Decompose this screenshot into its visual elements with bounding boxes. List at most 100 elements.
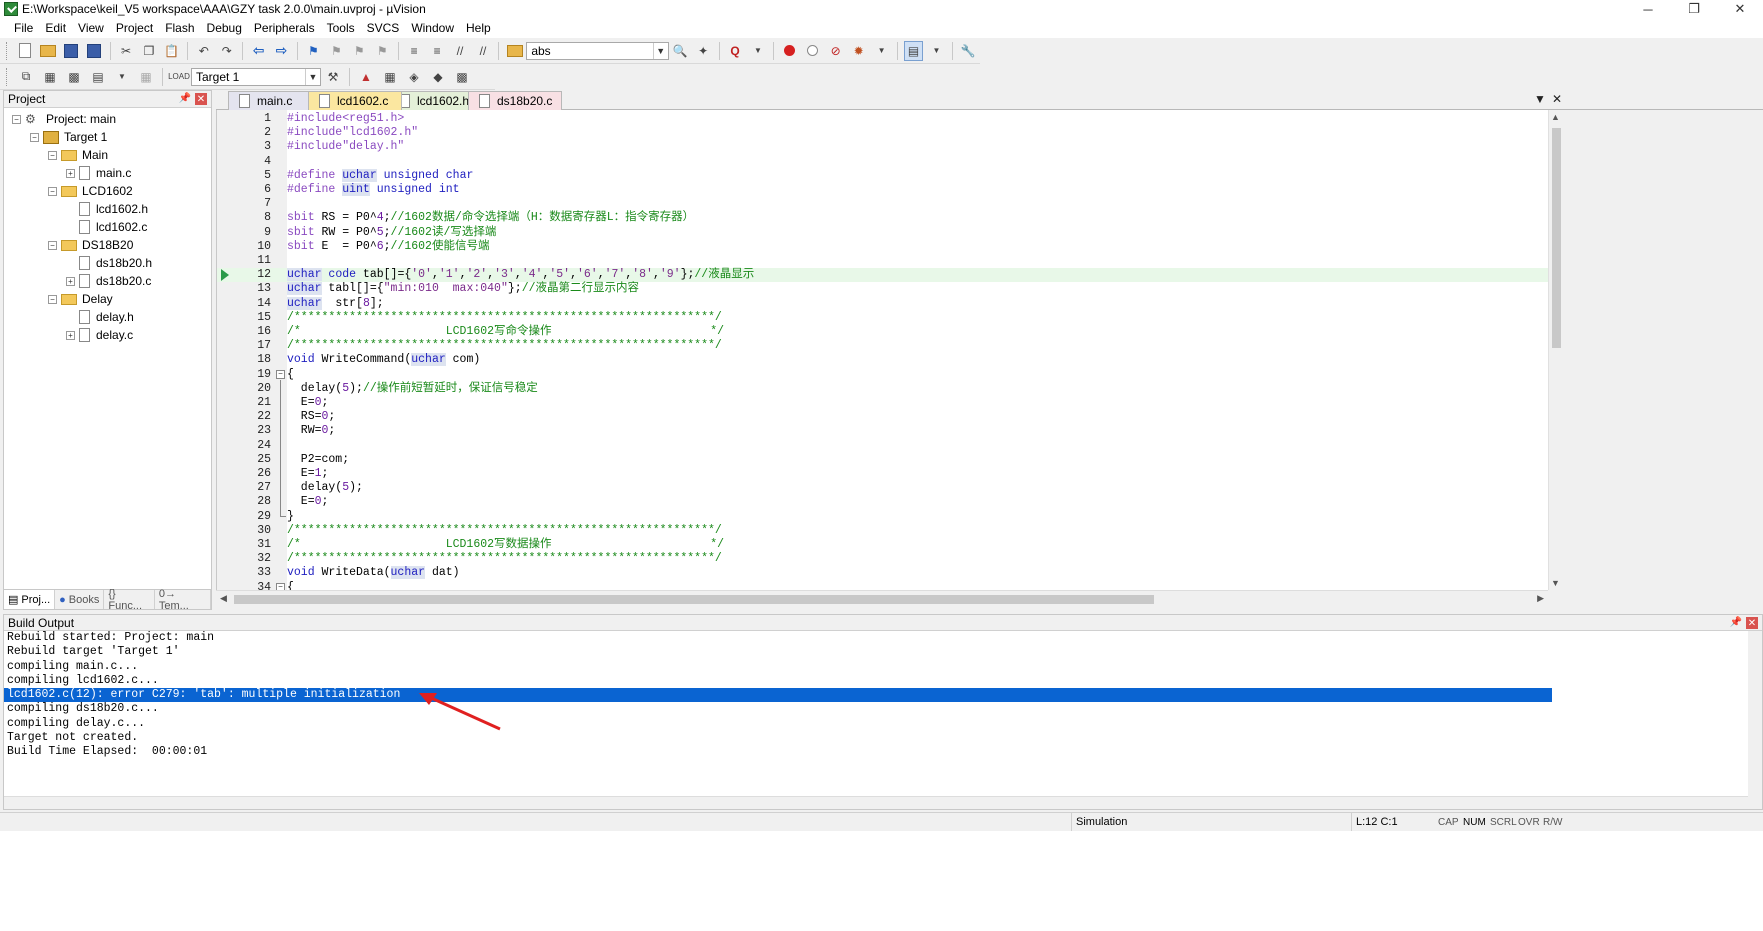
unindent-button[interactable]: ≡ [428, 41, 447, 61]
editor-horizontal-scrollbar[interactable]: ◀ ▶ [216, 590, 1548, 606]
select-packs-button[interactable]: ◈ [404, 67, 424, 87]
disable-breakpoints-button[interactable]: ⊘ [826, 41, 845, 61]
output-vertical-scrollbar[interactable] [1748, 631, 1762, 809]
batch-build-button[interactable]: ▤ [88, 67, 108, 87]
tab-functions[interactable]: {} Func... [104, 588, 155, 612]
code-line[interactable]: 9 sbit RW = P0^5;//1602读/写选择端 [217, 226, 1548, 240]
build-output-line[interactable]: Rebuild target 'Target 1' [4, 645, 1552, 659]
tree-item[interactable]: + ds18b20.c [4, 272, 211, 290]
code-line[interactable]: 7 [217, 197, 1548, 211]
pack-installer-button[interactable]: ◆ [428, 67, 448, 87]
tab-project[interactable]: ▤ Proj... [4, 590, 56, 609]
code-line[interactable]: 11 [217, 254, 1548, 268]
close-icon[interactable]: ✕ [1746, 617, 1758, 629]
build-output-line[interactable]: Build Time Elapsed: 00:00:01 [4, 745, 1552, 759]
redo-button[interactable]: ↷ [217, 41, 236, 61]
code-line[interactable]: 2 #include"lcd1602.h" [217, 126, 1548, 140]
code-line[interactable]: 20 delay(5);//操作前短暂延时，保证信号稳定 [217, 382, 1548, 396]
debug-session-button[interactable]: Q [726, 41, 745, 61]
code-line[interactable]: 28 E=0; [217, 495, 1548, 509]
tree-collapse-icon[interactable]: − [48, 240, 57, 250]
code-line[interactable]: 3 #include"delay.h" [217, 140, 1548, 154]
close-window-button[interactable]: ✕ [1717, 0, 1763, 18]
navigate-forward-button[interactable]: ⇨ [272, 41, 291, 61]
scroll-right-icon[interactable]: ▶ [1537, 593, 1544, 604]
window-layout-button[interactable]: ▤ [904, 40, 924, 61]
code-line[interactable]: 12 uchar code tab[]={'0','1','2','3','4',… [217, 268, 1548, 283]
restore-button[interactable]: ❐ [1671, 0, 1717, 18]
incremental-find-button[interactable]: ✦ [694, 41, 713, 61]
menu-edit[interactable]: Edit [39, 18, 72, 38]
target-options-button[interactable]: ⚒ [323, 67, 343, 87]
find-button[interactable]: 🔍 [671, 41, 690, 61]
build-output-line[interactable]: compiling main.c... [4, 660, 1552, 674]
scroll-thumb[interactable] [1552, 128, 1561, 348]
navigate-back-button[interactable]: ⇦ [249, 41, 268, 61]
menu-help[interactable]: Help [460, 18, 497, 38]
tree-item[interactable]: delay.h [4, 308, 211, 326]
code-line[interactable]: 21 E=0; [217, 396, 1548, 410]
tab-lcd1602-c[interactable]: lcd1602.c [308, 91, 402, 110]
debug-dropdown-button[interactable]: ▼ [748, 41, 767, 61]
component-button[interactable]: ▩ [452, 67, 472, 87]
undo-button[interactable]: ↶ [194, 41, 213, 61]
code-line[interactable]: 4 [217, 155, 1548, 169]
breakpoint-dropdown-button[interactable]: ▼ [872, 41, 891, 61]
tree-item[interactable]: ds18b20.h [4, 254, 211, 272]
fold-collapse-icon[interactable]: − [276, 369, 285, 379]
code-line[interactable]: 31 /* LCD1602写数据操作 */ [217, 538, 1548, 552]
open-file-button[interactable] [39, 41, 58, 61]
code-line[interactable]: 16 /* LCD1602写命令操作 */ [217, 325, 1548, 339]
batch-build-dropdown[interactable]: ▼ [112, 67, 132, 87]
code-line[interactable]: 1 #include<reg51.h> [217, 112, 1548, 126]
code-line[interactable]: 10 sbit E = P0^6;//1602使能信号端 [217, 240, 1548, 254]
next-bookmark-button[interactable]: ⚑ [350, 41, 369, 61]
new-file-button[interactable] [16, 41, 35, 61]
code-line[interactable]: 33 void WriteData(uchar dat) [217, 566, 1548, 580]
pin-icon[interactable]: 📌 [1730, 617, 1742, 628]
tree-collapse-icon[interactable]: − [48, 294, 57, 304]
code-line[interactable]: 30 /*************************************… [217, 524, 1548, 538]
close-tab-icon[interactable]: ✕ [1552, 92, 1562, 106]
tree-collapse-icon[interactable]: − [12, 114, 21, 124]
build-output-line[interactable]: Rebuild started: Project: main [4, 631, 1552, 645]
pin-icon[interactable]: 📌 [179, 93, 191, 104]
menu-flash[interactable]: Flash [159, 18, 200, 38]
menu-file[interactable]: File [8, 18, 39, 38]
scroll-thumb[interactable] [234, 595, 1154, 604]
menu-view[interactable]: View [72, 18, 110, 38]
chevron-down-icon[interactable]: ▼ [652, 42, 668, 59]
build-button[interactable]: ▦ [40, 67, 60, 87]
tree-item[interactable]: + delay.c [4, 326, 211, 344]
build-error-line[interactable]: lcd1602.c(12): error C279: 'tab': multip… [4, 688, 1552, 703]
chevron-down-icon[interactable]: ▼ [305, 68, 320, 85]
scroll-left-icon[interactable]: ◀ [220, 593, 227, 604]
tree-expand-icon[interactable]: + [66, 276, 75, 286]
code-line[interactable]: 6 #define uint unsigned int [217, 183, 1548, 197]
code-line[interactable]: 17 /*************************************… [217, 339, 1548, 353]
code-line[interactable]: 15 /*************************************… [217, 311, 1548, 325]
stop-build-button[interactable]: ▦ [136, 67, 156, 87]
tree-item[interactable]: − LCD1602 [4, 182, 211, 200]
menu-window[interactable]: Window [405, 18, 460, 38]
find-combo[interactable]: abs ▼ [526, 41, 669, 60]
window-layout-dropdown[interactable]: ▼ [927, 41, 946, 61]
build-output-line[interactable]: compiling lcd1602.c... [4, 674, 1552, 688]
build-output-text[interactable]: Rebuild started: Project: main Rebuild ta… [4, 631, 1762, 760]
tree-item[interactable]: lcd1602.c [4, 218, 211, 236]
tree-item[interactable]: − Main [4, 146, 211, 164]
tree-item[interactable]: lcd1602.h [4, 200, 211, 218]
insert-breakpoint-button[interactable] [780, 41, 799, 61]
prev-bookmark-button[interactable]: ⚑ [327, 41, 346, 61]
save-all-button[interactable] [85, 41, 104, 61]
find-in-files-button[interactable] [505, 41, 524, 61]
kill-breakpoints-button[interactable]: ✹ [849, 41, 868, 61]
code-line[interactable]: 24 [217, 439, 1548, 453]
uncomment-button[interactable]: // [473, 41, 492, 61]
tree-expand-icon[interactable]: + [66, 168, 75, 178]
tree-item[interactable]: − DS18B20 [4, 236, 211, 254]
code-line[interactable]: 8 sbit RS = P0^4;//1602数据/命令选择端（H：数据寄存器L：… [217, 211, 1548, 225]
code-line[interactable]: 26 E=1; [217, 467, 1548, 481]
menu-project[interactable]: Project [110, 18, 159, 38]
tree-expand-icon[interactable]: + [66, 330, 75, 340]
